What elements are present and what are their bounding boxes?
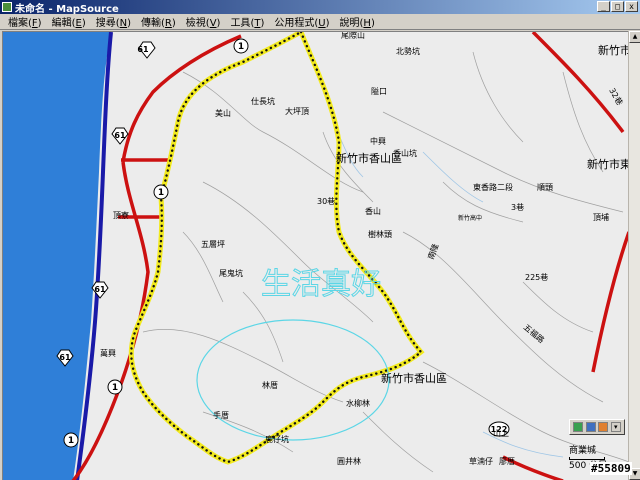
scale-line1: 商業城 <box>569 446 597 456</box>
map-layer-icon[interactable] <box>573 422 584 432</box>
menu-bar: 檔案(F) 編輯(E) 搜尋(N) 傳輸(R) 檢視(V) 工具(T) 公用程式… <box>0 14 640 30</box>
title-bar: 未命名 - MapSource _ □ x <box>0 0 640 15</box>
menu-utilities[interactable]: 公用程式(U) <box>269 14 334 29</box>
label-dongxiang: 東香路二段 <box>473 182 513 192</box>
svg-text:61: 61 <box>59 353 71 362</box>
shield-1-top: 1 <box>233 38 249 54</box>
shield-61-mid: 61 <box>111 127 129 145</box>
label-city-edge-right: 新竹市東 <box>587 157 628 171</box>
label-caoxin: 草湳仔 <box>469 456 493 466</box>
label-road-30: 30巷 <box>317 197 335 206</box>
label-shijiaping: 仕長坑 <box>251 96 275 106</box>
label-xiangshan-keng: 香山坑 <box>393 148 417 158</box>
shield-1-mid: 1 <box>153 184 169 200</box>
menu-tools[interactable]: 工具(T) <box>225 14 269 29</box>
place-labels: 新竹市香山區 新竹市香山區 新竹市 新竹市東 北勢坑 隘口 美山 仕長坑 大坪頂… <box>100 32 628 466</box>
label-road-32: 32巷 <box>607 87 624 107</box>
label-nangang: 隘口 <box>371 87 387 96</box>
menu-edit[interactable]: 編輯(E) <box>47 14 91 29</box>
map-mini-toolbar: ▾ <box>569 419 625 435</box>
close-button[interactable]: x <box>625 1 638 12</box>
menu-file[interactable]: 檔案(F) <box>3 14 47 29</box>
label-xian-lu: 香山 <box>365 206 381 216</box>
map-canvas[interactable]: 生活真好 61 61 61 61 1 1 1 1 122 新竹市香山區 新竹市香… <box>2 31 628 480</box>
label-dingxiang: 頂埔 <box>593 212 609 222</box>
shield-61-low: 61 <box>91 281 109 299</box>
label-linli: 林厝 <box>262 380 278 390</box>
label-wuli-ping: 五層坪 <box>201 240 225 249</box>
shield-1-bottom: 1 <box>63 432 79 448</box>
app-icon <box>2 2 12 12</box>
map-detail-icon[interactable] <box>585 422 596 432</box>
label-shuilinglin: 水柳林 <box>346 398 370 408</box>
maximize-button[interactable]: □ <box>611 1 624 12</box>
label-yuanjing: 圓井林 <box>337 456 361 466</box>
map-svg: 生活真好 61 61 61 61 1 1 1 1 122 新竹市香山區 新竹市香… <box>3 32 628 480</box>
menu-transfer[interactable]: 傳輸(R) <box>136 14 181 29</box>
label-road-3: 3巷 <box>511 203 524 212</box>
toolbar-arrow-icon[interactable]: ▾ <box>610 422 621 432</box>
label-lutzi-keng: 鹿仔坑 <box>265 434 289 444</box>
menu-view[interactable]: 檢視(V) <box>181 14 226 29</box>
label-lin-cuo: 廖厝 <box>499 456 515 466</box>
label-zhong-jie: 樹林頭 <box>368 229 392 239</box>
route-shields: 61 61 61 61 1 1 1 1 122 <box>56 38 510 448</box>
shield-1-low: 1 <box>107 379 123 395</box>
image-watermark: #55809 <box>590 462 632 475</box>
scroll-up-arrow-icon[interactable]: ▲ <box>629 31 640 43</box>
window-title: 未命名 - MapSource <box>15 3 119 15</box>
menu-search[interactable]: 搜尋(N) <box>91 14 136 29</box>
menu-help[interactable]: 說明(H) <box>335 14 380 29</box>
gps-route <box>128 32 425 465</box>
label-shoucuo: 手厝 <box>213 410 229 420</box>
label-mountain-top: 尾際山 <box>341 32 365 40</box>
svg-text:1: 1 <box>112 383 118 393</box>
label-school: 新竹高中 <box>458 214 482 222</box>
label-shanshang: 山上 <box>493 428 509 438</box>
label-city-edge-top: 新竹市 <box>598 43 628 57</box>
label-shunbu: 順頭 <box>537 183 553 192</box>
svg-text:1: 1 <box>238 42 244 52</box>
shield-61-top: 61 <box>137 41 156 59</box>
vertical-scrollbar[interactable]: ▲ ▼ <box>628 31 640 480</box>
minimize-button[interactable]: _ <box>597 1 610 12</box>
sea-area <box>3 32 111 480</box>
svg-text:61: 61 <box>137 45 149 54</box>
svg-text:61: 61 <box>114 131 126 140</box>
label-meishan: 美山 <box>215 108 231 118</box>
label-zhong-xing: 中興 <box>370 136 386 146</box>
svg-text:1: 1 <box>68 436 74 446</box>
svg-text:1: 1 <box>158 188 164 198</box>
window-controls: _ □ x <box>597 1 638 12</box>
label-nanlong: 南隆 <box>425 242 440 260</box>
label-beishi-keng: 北勢坑 <box>396 46 420 56</box>
handwriting-annotation: 生活真好 <box>261 267 381 302</box>
svg-text:61: 61 <box>94 285 106 294</box>
label-dapinghai: 大坪頂 <box>285 106 309 116</box>
label-road-east: 五福路 <box>522 322 547 345</box>
gps-track-dots <box>130 32 423 464</box>
label-district-south: 新竹市香山區 <box>381 371 447 385</box>
label-dingzhai: 頂寮 <box>113 210 129 220</box>
map-overlay-icon[interactable] <box>598 422 609 432</box>
label-weigui-keng: 尾鬼坑 <box>219 268 243 278</box>
label-road-225: 225巷 <box>525 273 548 282</box>
label-wanli: 萬興 <box>100 348 116 358</box>
scale-bar <box>569 457 605 460</box>
